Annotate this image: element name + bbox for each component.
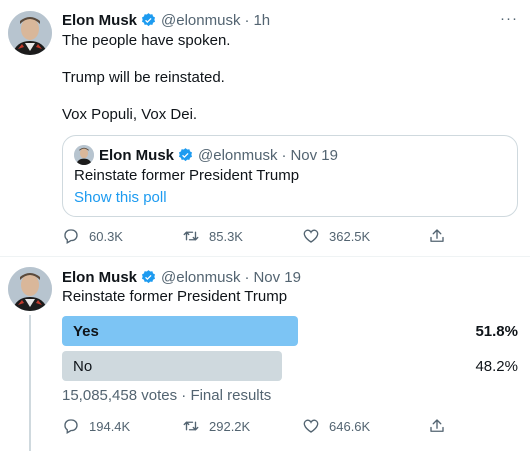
share-button[interactable] xyxy=(428,227,455,245)
author-name[interactable]: Elon Musk xyxy=(62,12,137,29)
author-handle[interactable]: @elonmusk xyxy=(161,12,240,29)
tweet-paragraph: Vox Populi, Vox Dei. xyxy=(62,106,198,123)
quoted-tweet[interactable]: Elon Musk @elonmusk · Nov 19 Reinstate f… xyxy=(62,135,518,217)
poll-meta: 15,085,458 votes · Final results xyxy=(62,387,518,404)
tweet-header: Elon Musk @elonmusk · 1h xyxy=(62,10,518,30)
tweet-paragraph: Trump will be reinstated. xyxy=(62,69,225,86)
verified-icon xyxy=(141,269,156,283)
poll-votes: 15,085,458 votes xyxy=(62,387,178,404)
separator: · xyxy=(281,146,287,164)
poll-status: Final results xyxy=(190,387,272,404)
author-handle[interactable]: @elonmusk xyxy=(161,269,240,286)
share-icon xyxy=(430,419,444,432)
like-icon xyxy=(303,229,319,243)
quoted-author-name: Elon Musk xyxy=(99,146,175,164)
reply-count: 60.3K xyxy=(89,228,123,244)
like-button[interactable]: 646.6K xyxy=(302,417,370,435)
tweet[interactable]: Elon Musk @elonmusk · Nov 19 Reinstate f… xyxy=(0,257,530,451)
tweet-body: Elon Musk @elonmusk · Nov 19 Reinstate f… xyxy=(62,267,518,404)
more-icon[interactable]: ··· xyxy=(500,10,518,27)
timestamp[interactable]: Nov 19 xyxy=(253,269,301,286)
reply-icon xyxy=(64,419,78,434)
separator: · xyxy=(181,387,187,404)
quoted-author-handle: @elonmusk xyxy=(198,146,278,164)
quoted-avatar xyxy=(74,145,94,165)
tweet-actions: 60.3K 85.3K 362.5K xyxy=(62,227,462,247)
retweet-button[interactable]: 85.3K xyxy=(182,227,243,245)
tweet-paragraph: Reinstate former President Trump xyxy=(62,288,288,305)
poll-option-yes: Yes 51.8% xyxy=(62,316,518,346)
poll-option-percent: 48.2% xyxy=(475,358,518,375)
poll-option-percent: 51.8% xyxy=(475,323,518,340)
timeline: Elon Musk @elonmusk · 1h ··· The people … xyxy=(0,0,530,451)
tweet-paragraph: The people have spoken. xyxy=(62,32,231,49)
poll-option-no: No 48.2% xyxy=(62,351,518,381)
reply-button[interactable]: 194.4K xyxy=(62,417,130,435)
share-icon xyxy=(430,229,444,242)
retweet-count: 292.2K xyxy=(209,418,251,434)
retweet-button[interactable]: 292.2K xyxy=(182,417,250,435)
separator: · xyxy=(244,268,250,286)
poll-bar-no xyxy=(62,351,282,381)
share-button[interactable] xyxy=(428,417,455,435)
verified-icon xyxy=(141,12,156,26)
retweet-count: 85.3K xyxy=(209,228,243,244)
poll-option-label: Yes xyxy=(73,323,99,340)
like-icon xyxy=(303,419,319,433)
quoted-timestamp: Nov 19 xyxy=(290,146,338,164)
author-name[interactable]: Elon Musk xyxy=(62,269,137,286)
avatar[interactable] xyxy=(8,11,52,55)
verified-icon xyxy=(178,147,193,161)
poll-option-label: No xyxy=(73,358,93,375)
tweet-text: The people have spoken. Trump will be re… xyxy=(62,31,518,125)
reply-count: 194.4K xyxy=(89,418,131,434)
tweet-body: Elon Musk @elonmusk · 1h ··· The people … xyxy=(62,10,518,125)
separator: · xyxy=(244,11,250,29)
like-count: 646.6K xyxy=(329,418,371,434)
thread-line xyxy=(29,315,31,451)
show-poll-link[interactable]: Show this poll xyxy=(74,189,167,206)
retweet-icon xyxy=(183,231,199,241)
tweet-header: Elon Musk @elonmusk · Nov 19 xyxy=(62,267,518,287)
tweet-text: Reinstate former President Trump xyxy=(62,287,518,307)
tweet[interactable]: Elon Musk @elonmusk · 1h ··· The people … xyxy=(0,0,530,256)
reply-button[interactable]: 60.3K xyxy=(62,227,123,245)
timestamp[interactable]: 1h xyxy=(253,12,270,29)
poll: Yes 51.8% No 48.2% 15,085,458 votes · Fi… xyxy=(62,316,518,404)
quoted-tweet-text: Reinstate former President Trump xyxy=(74,167,300,184)
like-button[interactable]: 362.5K xyxy=(302,227,370,245)
retweet-icon xyxy=(183,421,199,431)
tweet-actions: 194.4K 292.2K 646.6K xyxy=(62,417,462,437)
quoted-tweet-header: Elon Musk @elonmusk · Nov 19 xyxy=(74,145,338,165)
reply-icon xyxy=(64,229,78,244)
avatar[interactable] xyxy=(8,267,52,311)
like-count: 362.5K xyxy=(329,228,371,244)
